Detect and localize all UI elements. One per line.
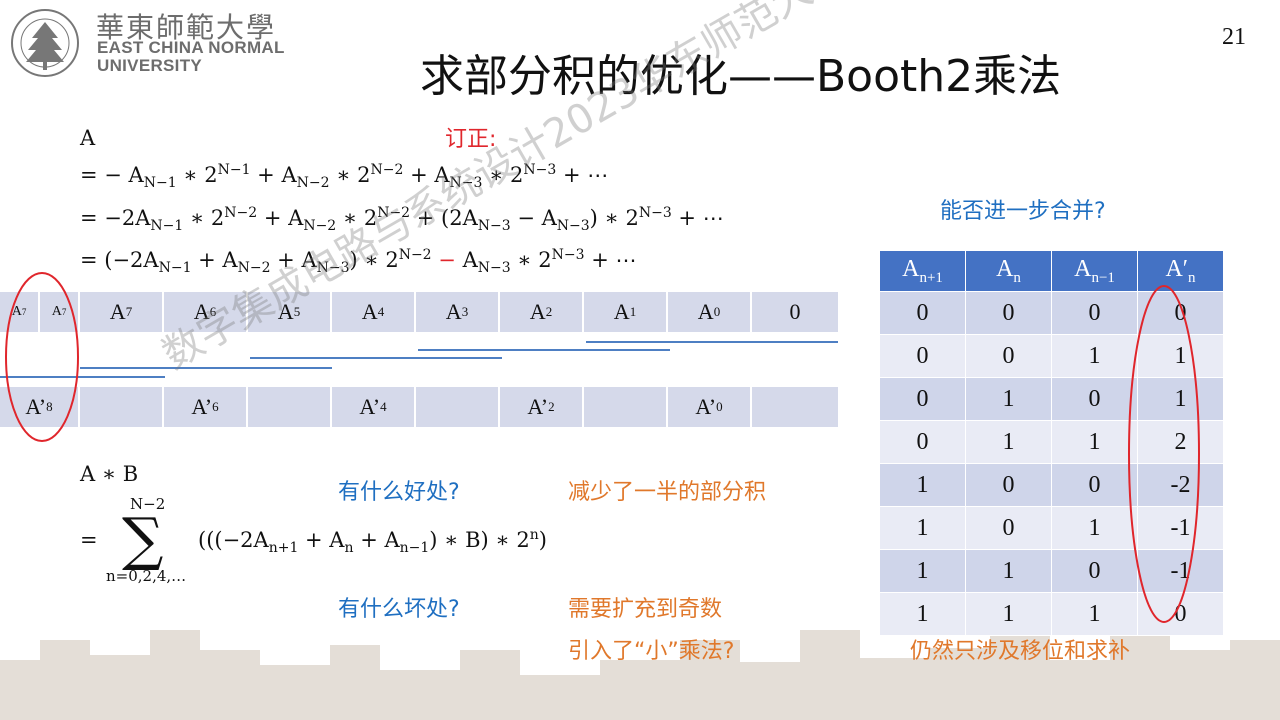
formula-line-2: = −2AN−1 ∗ 2N−2 + AN−2 ∗ 2N−2 + (2AN−3 −… [80,205,724,235]
formula-ab-eq: = [80,528,98,552]
table-cell: 1 [879,463,966,507]
bit-cell: A4 [332,292,416,332]
table-cell: 1 [965,377,1052,421]
table-cell: 1 [879,549,966,593]
table-cell: 1 [965,592,1052,636]
slide-title: 求部分积的优化——Booth2乘法 [420,51,1062,102]
formula-line-1: = − AN−1 ∗ 2N−1 + AN−2 ∗ 2N−2 + AN−3 ∗ 2… [80,162,609,192]
booth-cell [248,387,332,427]
table-cell: 0 [879,420,966,464]
university-name-en-line1: EAST CHINA NORMAL [97,38,285,57]
table-cell: 1 [965,420,1052,464]
sum-symbol: ∑ [122,505,164,573]
bit-cell: A7 [80,292,164,332]
formula-a-lhs: A [80,126,96,150]
table-cell: 0 [965,334,1052,378]
group-line [80,367,332,369]
drawback-answer-2: 引入了“小”乘法? [568,639,735,664]
table-cell: 0 [965,291,1052,335]
booth-cell: A’ 2 [500,387,584,427]
group-line [250,357,502,359]
drawback-question: 有什么坏处? [338,597,460,622]
table-cell: 1 [879,506,966,550]
bit-strip-booth: A’ 8 A’ 6 A’ 4 A’ 2 A’ 0 [0,387,838,427]
group-line [586,341,838,343]
university-logo-icon [11,9,79,77]
bit-cell: A0 [668,292,752,332]
correction-label: 订正: [445,127,497,152]
table-cell: 1 [965,549,1052,593]
bit-cell: A3 [416,292,500,332]
university-name-en-line2: UNIVERSITY [97,56,203,75]
table-cell: 0 [879,377,966,421]
sum-lower-limit: n=0,2,4,… [106,567,187,585]
table-cell: 1 [879,592,966,636]
booth-cell: A’ 4 [332,387,416,427]
table-cell: 0 [879,291,966,335]
formula-ab-body: (((−2An+1 + An + An−1) ∗ B) ∗ 2n) [198,527,547,557]
booth-cell: A’ 6 [164,387,248,427]
table-cell: 0 [965,463,1052,507]
booth-cell: A’ 0 [668,387,752,427]
booth-cell [752,387,838,427]
university-name-en: EAST CHINA NORMAL UNIVERSITY [97,39,285,75]
formula-ab-lhs: A ∗ B [80,462,139,486]
booth-cell [416,387,500,427]
page-number: 21 [1222,24,1246,50]
booth-cell [80,387,164,427]
result-column-highlight [1128,285,1200,623]
bit-strip-original: A7 A7 A7 A6 A5 A4 A3 A2 A1 A0 0 [0,292,838,332]
drawback-answer-1: 需要扩充到奇数 [568,597,723,622]
bit-cell: A5 [248,292,332,332]
group-line [418,349,670,351]
formula-line-3: = (−2AN−1 + AN−2 + AN−3) ∗ 2N−2 − AN−3 ∗… [80,247,637,277]
table-cell: 0 [879,334,966,378]
table-cell: 0 [965,506,1052,550]
booth-cell [584,387,668,427]
bit-cell: A1 [584,292,668,332]
sign-extension-highlight [5,272,79,442]
conclusion-text: 仍然只涉及移位和求补 [910,639,1131,664]
benefit-answer: 减少了一半的部分积 [568,480,767,505]
merge-question: 能否进一步合并? [940,199,1106,224]
bit-cell: 0 [789,299,801,324]
column-header: An [965,250,1052,292]
benefit-question: 有什么好处? [338,480,460,505]
column-header: An+1 [879,250,966,292]
bit-cell: A2 [500,292,584,332]
bit-cell: A6 [164,292,248,332]
